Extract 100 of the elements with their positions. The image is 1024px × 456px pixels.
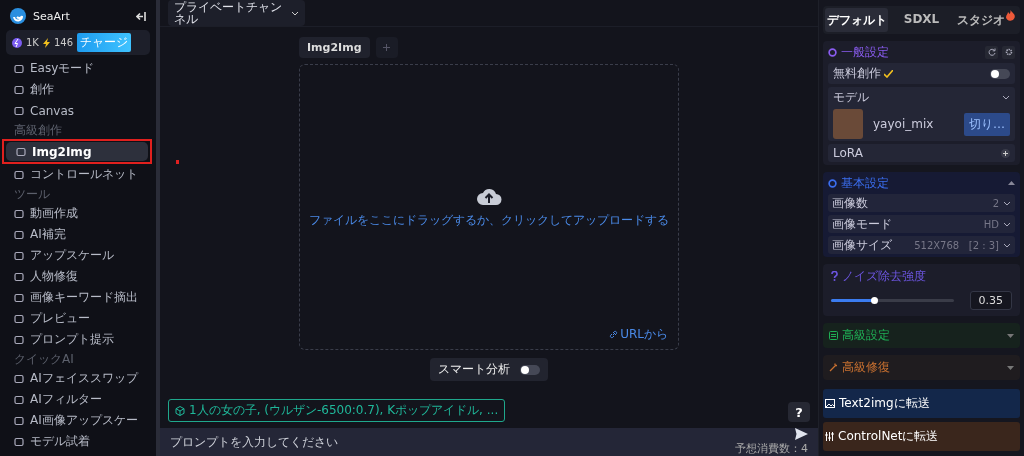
url-link[interactable]: URLから (609, 326, 668, 343)
energy-icon (12, 37, 22, 48)
brand-name: SeaArt (33, 9, 70, 23)
menu-item-icon (14, 169, 24, 180)
prompt-suggestion-chip[interactable]: 1人の女の子, (ウルザン-6500:0.7), Kポップアイドル, ... (168, 399, 506, 422)
add-tab-button[interactable] (375, 37, 398, 58)
toggle-switch[interactable] (990, 68, 1010, 79)
caret-up-icon[interactable] (1008, 181, 1015, 185)
menu-item-icon (14, 292, 24, 303)
section-heading: ツール (13, 186, 51, 203)
menu-item-icon (14, 373, 24, 384)
refresh-button[interactable] (985, 45, 998, 59)
sidebar-item[interactable]: AI補完 (4, 225, 152, 244)
lightning-icon (42, 37, 50, 48)
plus-icon (383, 44, 390, 51)
sidebar-item[interactable]: プレビュー (4, 309, 152, 328)
slider-thumb[interactable] (870, 297, 878, 304)
menu-item-icon (14, 271, 24, 282)
cube-icon (175, 405, 185, 416)
cost-estimate: 予想消費数：4 (735, 441, 808, 456)
settings-tab[interactable]: スタジオ (955, 8, 1018, 32)
sidebar-item[interactable]: 動画作成 (4, 204, 152, 223)
send-icon[interactable] (795, 428, 808, 440)
magic-wand-icon (829, 363, 838, 372)
list-icon (829, 331, 838, 340)
power-count: 146 (53, 37, 73, 48)
channel-dropdown[interactable]: プライベートチャンネル (168, 0, 305, 26)
slider-track[interactable] (831, 299, 954, 302)
sidebar-item[interactable]: Easyモード (4, 59, 152, 78)
sidebar-item[interactable]: モデル試着 (4, 432, 152, 451)
sidebar-item[interactable]: AI画像アップスケー (4, 411, 152, 430)
sidebar-item[interactable]: AIフィルター (4, 390, 152, 409)
refresh-icon (987, 48, 996, 56)
photo-placeholder (833, 109, 863, 139)
chevron-down-icon (1003, 221, 1011, 227)
sidebar-item[interactable]: 人物修復 (4, 267, 152, 286)
image-icon (825, 399, 835, 408)
question-icon (831, 271, 838, 281)
menu-item-icon (14, 415, 24, 426)
section-title: 一般設定 (841, 43, 889, 61)
prompt-bar[interactable]: プロンプトを入力してください 予想消費数：4 (160, 428, 818, 456)
sidebar-item[interactable]: プロンプト提示 (4, 330, 152, 349)
menu-item-icon (14, 394, 24, 405)
section-heading: 高級創作 (13, 122, 63, 139)
menu-item-icon (14, 229, 24, 240)
help-button[interactable]: ? (788, 402, 810, 422)
sidebar-item[interactable]: 創作 (4, 80, 152, 99)
upload-hint: ファイルをここにドラッグするか、クリックしてアップロードする (309, 211, 669, 229)
settings-tab[interactable]: デフォルト (825, 8, 888, 32)
sidebar-item[interactable]: Img2Img (6, 142, 148, 161)
smart-analysis-label: スマート分析 (438, 361, 510, 378)
section-title: ノイズ除去強度 (842, 267, 926, 285)
advanced-settings-bar[interactable]: 高級設定 (823, 323, 1020, 348)
free-creation-label: 無料創作 (833, 65, 881, 82)
advanced-repair-bar[interactable]: 高級修復 (823, 355, 1020, 380)
toggle-switch[interactable] (520, 364, 540, 375)
setting-dropdown[interactable]: 画像数 2 (828, 194, 1015, 212)
energy-count: 1K (26, 37, 39, 48)
upload-area[interactable]: ファイルをここにドラッグするか、クリックしてアップロードする URLから (299, 64, 679, 350)
settings-button[interactable] (1002, 45, 1015, 59)
sidebar-item[interactable]: アップスケール (4, 246, 152, 265)
model-name: yayoi_mix (873, 117, 935, 131)
settings-icon (1004, 48, 1013, 56)
sidebar-item[interactable]: AIフェイススワップ (4, 369, 152, 388)
section-title: 基本設定 (841, 174, 889, 192)
sidebar-item[interactable]: コントロールネット (4, 165, 152, 184)
menu-item-icon (14, 436, 24, 447)
caret-down-icon (1007, 333, 1014, 338)
menu-item-icon (14, 334, 24, 345)
chevron-down-icon (1003, 242, 1011, 248)
section-heading: クイックAI (13, 351, 75, 368)
menu-item-icon (14, 63, 24, 74)
chevron-down-icon (291, 10, 299, 16)
lora-label: LoRA (833, 146, 863, 160)
chevron-down-icon[interactable] (1002, 95, 1010, 100)
menu-item-icon (14, 208, 24, 219)
menu-item-icon (16, 146, 26, 157)
sliders-icon (825, 432, 834, 441)
link-icon (609, 330, 619, 339)
transfer-button[interactable]: ControlNetに転送 (823, 422, 1020, 451)
sidebar-item[interactable]: Canvas (4, 101, 152, 120)
menu-item-icon (14, 313, 24, 324)
setting-dropdown[interactable]: 画像モード HD (828, 215, 1015, 233)
workspace-tab[interactable]: Img2Img (299, 37, 370, 58)
check-icon (884, 69, 893, 78)
settings-tab[interactable]: SDXL (890, 8, 953, 32)
add-icon[interactable] (1001, 148, 1010, 158)
sidebar-item[interactable]: 画像キーワード摘出 (4, 288, 152, 307)
chevron-down-icon (1003, 200, 1011, 206)
transfer-button[interactable]: Text2imgに転送 (823, 389, 1020, 418)
model-label: モデル (833, 89, 869, 106)
value-field[interactable]: 0.35 (969, 291, 1012, 310)
menu-item-icon (14, 105, 24, 116)
menu-item-icon (14, 84, 24, 95)
collapse-icon[interactable] (136, 11, 146, 21)
logo-icon (10, 8, 26, 24)
setting-dropdown[interactable]: 画像サイズ 512X768 [2 : 3] (828, 236, 1015, 254)
switch-model-button[interactable]: 切り… (964, 112, 1010, 136)
menu-item-icon (14, 250, 24, 261)
prompt-field[interactable]: プロンプトを入力してください (170, 433, 735, 451)
